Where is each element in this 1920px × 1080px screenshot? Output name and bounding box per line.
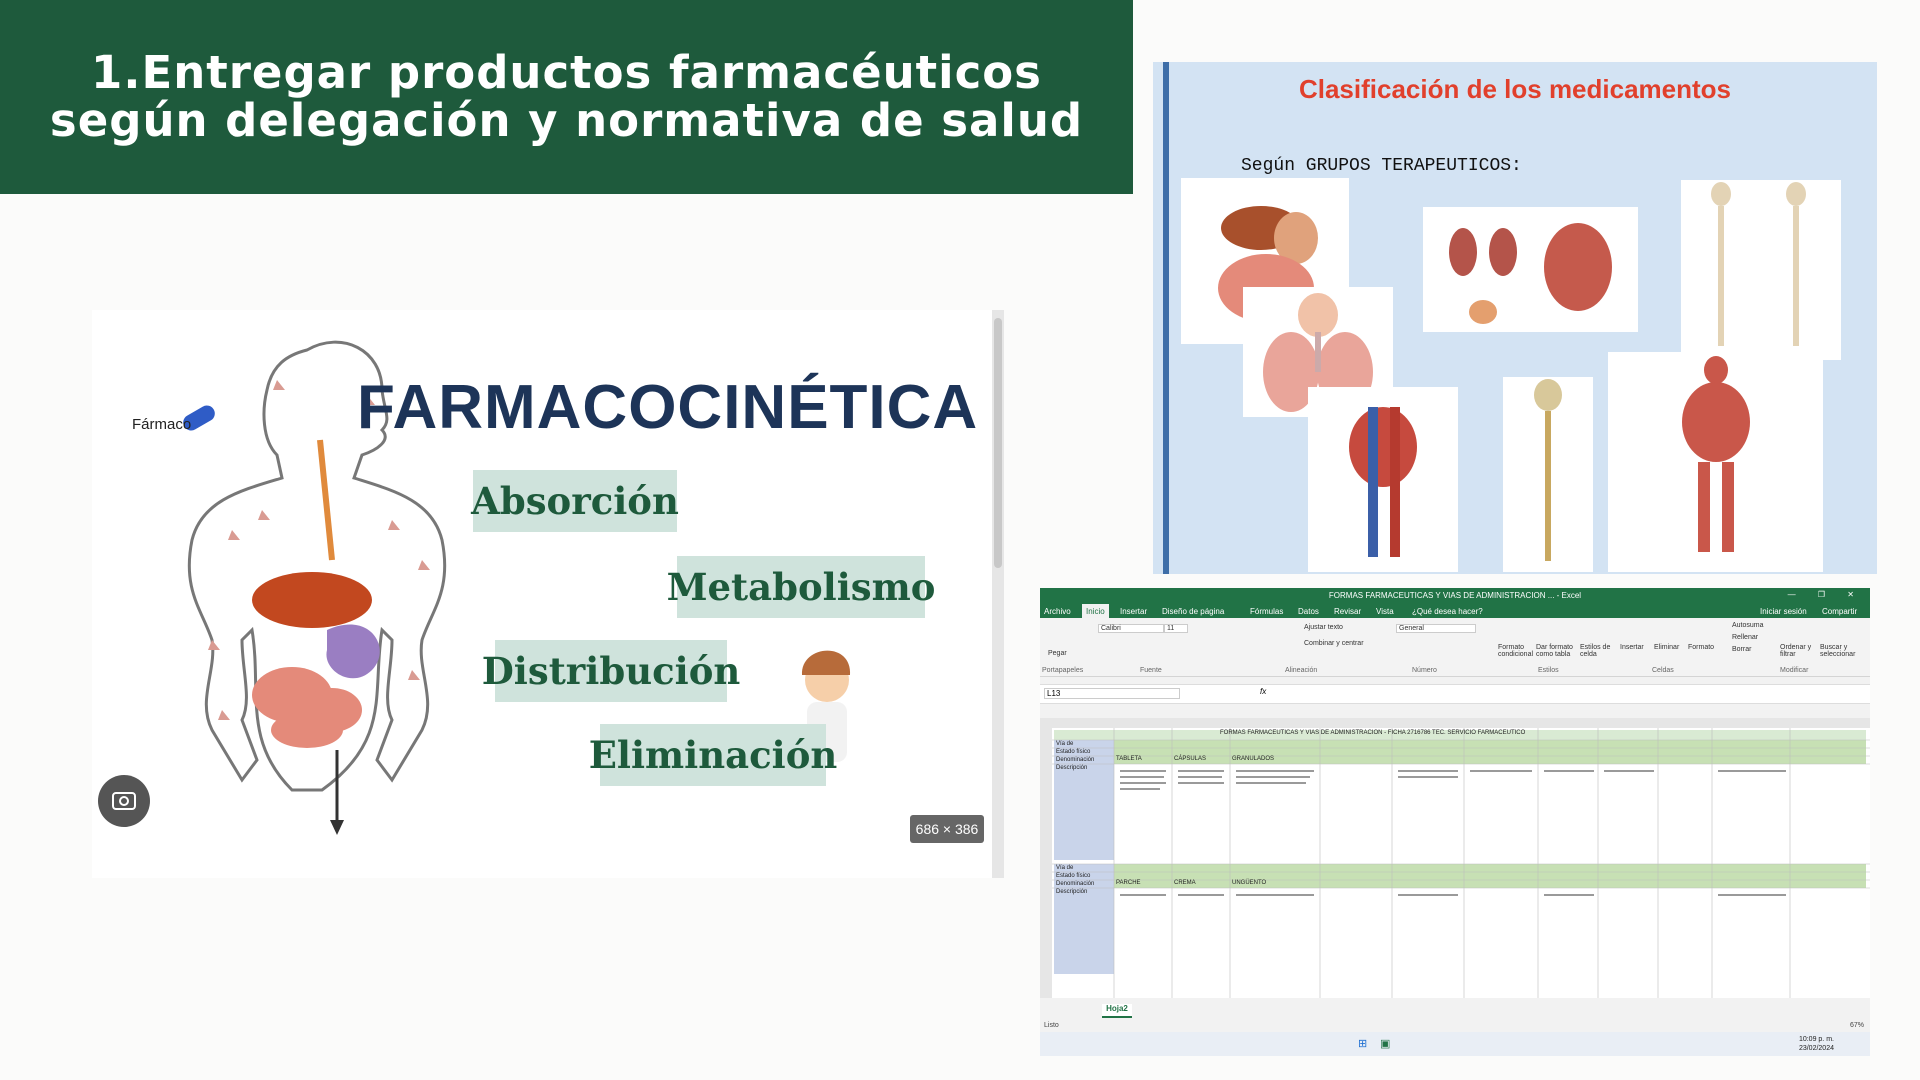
clock-time: 10:09 p. m. <box>1798 1036 1834 1043</box>
font-size-select[interactable]: 11 <box>1164 624 1188 633</box>
excel-window-screenshot: FORMAS FARMACEUTICAS Y VIAS DE ADMINISTR… <box>1040 588 1870 1056</box>
cell-denominacion-c[interactable]: CÁPSULAS <box>1174 756 1206 762</box>
urinary-system-diagram <box>1423 207 1638 332</box>
image-dimension-badge: 686 × 386 <box>910 815 984 843</box>
tab-archivo[interactable]: Archivo <box>1044 607 1071 616</box>
row-label-denominacion-2: Denominación <box>1056 881 1095 887</box>
excel-taskbar-icon[interactable]: ▣ <box>1380 1037 1390 1050</box>
status-bar: Listo 67% <box>1040 1020 1870 1032</box>
group-numero: Número <box>1412 667 1437 674</box>
sign-in-link[interactable]: Iniciar sesión <box>1760 607 1807 616</box>
camera-lens-icon <box>112 792 136 810</box>
taskbar-clock[interactable]: 10:09 p. m. 23/02/2024 <box>1799 1035 1834 1053</box>
title-banner: 1.Entregar productos farmacéuticos según… <box>0 0 1133 194</box>
scrollbar-thumb[interactable] <box>994 318 1002 568</box>
sheet-tab-hoja2[interactable]: Hoja2 <box>1102 1004 1132 1018</box>
clock-date: 23/02/2024 <box>1798 1045 1834 1052</box>
pharmacokinetics-image: Fármaco FARMACOCINÉTICA Absorción Metabo… <box>92 310 992 878</box>
cell-denominacion-d[interactable]: GRANULADOS <box>1232 756 1274 762</box>
row-label-estado: Estado físico <box>1056 749 1091 755</box>
group-fuente: Fuente <box>1140 667 1162 674</box>
group-alineacion: Alineación <box>1285 667 1318 674</box>
visual-search-icon[interactable] <box>98 775 150 827</box>
classification-subtitle: Según GRUPOS TERAPEUTICOS: <box>1241 156 1522 176</box>
accent-bar <box>1163 62 1169 574</box>
circulatory-system-diagram <box>1308 387 1458 572</box>
name-box[interactable]: L13 <box>1044 688 1180 699</box>
stage-eliminacion: Eliminación <box>589 724 837 786</box>
spreadsheet-cells <box>1040 718 1870 998</box>
row-label-descripcion: Descripción <box>1056 765 1088 771</box>
tab-vista[interactable]: Vista <box>1376 607 1394 616</box>
delete-cells-button[interactable]: Eliminar <box>1654 644 1679 651</box>
group-estilos: Estilos <box>1538 667 1559 674</box>
cell-denominacion-c2[interactable]: CREMA <box>1174 880 1196 886</box>
window-controls[interactable]: — ❐ ✕ <box>1788 590 1864 599</box>
tab-insertar[interactable]: Insertar <box>1120 607 1147 616</box>
font-name-select[interactable]: Calibri <box>1098 624 1164 633</box>
skeletal-system-diagram <box>1681 180 1841 360</box>
paste-button[interactable]: Pegar <box>1048 650 1067 657</box>
excel-ribbon: Pegar Calibri 11 Ajustar texto Combinar … <box>1040 618 1870 677</box>
tab-datos[interactable]: Datos <box>1298 607 1319 616</box>
function-icon[interactable]: fx <box>1260 687 1266 696</box>
row-label-via: Vía de <box>1056 741 1074 747</box>
formula-bar: L13 fx <box>1040 684 1870 704</box>
tab-diseno[interactable]: Diseño de página <box>1162 607 1224 616</box>
cell-denominacion-d2[interactable]: UNGÜENTO <box>1232 880 1266 886</box>
tab-inicio[interactable]: Inicio <box>1082 604 1109 618</box>
row-label-denominacion: Denominación <box>1056 757 1095 763</box>
row-labels-block2: Vía de Estado físico Denominación Descri… <box>1056 864 1094 896</box>
windows-taskbar: ⊞ ▣ 10:09 p. m. 23/02/2024 <box>1040 1032 1870 1056</box>
classification-title: Clasificación de los medicamentos <box>1298 74 1732 104</box>
format-cells-button[interactable]: Formato <box>1688 644 1714 651</box>
nervous-system-diagram <box>1503 377 1593 572</box>
tab-formulas[interactable]: Fórmulas <box>1250 607 1283 616</box>
wrap-text-button[interactable]: Ajustar texto <box>1304 624 1343 631</box>
cell-denominacion-b2[interactable]: PARCHE <box>1116 880 1141 886</box>
tab-revisar[interactable]: Revisar <box>1334 607 1361 616</box>
stage-metabolismo: Metabolismo <box>667 556 935 618</box>
excel-window-title: FORMAS FARMACEUTICAS Y VIAS DE ADMINISTR… <box>1328 591 1582 600</box>
stage-distribucion: Distribución <box>482 640 740 702</box>
row-label-estado-2: Estado físico <box>1056 873 1091 879</box>
group-portapapeles: Portapapeles <box>1042 667 1084 674</box>
pharmacokinetics-heading: FARMACOCINÉTICA <box>357 373 979 442</box>
row-labels-block1: Vía de Estado físico Denominación Descri… <box>1056 740 1094 772</box>
row-label-via-2: Vía de <box>1056 865 1074 871</box>
tell-me-box[interactable]: ¿Qué desea hacer? <box>1412 607 1483 616</box>
group-modificar: Modificar <box>1780 667 1809 674</box>
muscular-system-diagram <box>1608 352 1823 572</box>
status-ready: Listo <box>1044 1022 1059 1029</box>
title-line-2: según delegación y normativa de salud <box>49 94 1084 147</box>
image-scrollbar[interactable] <box>992 310 1004 878</box>
number-format-select[interactable]: General <box>1396 624 1476 633</box>
cell-styles-button[interactable]: Estilos de celda <box>1580 644 1614 658</box>
excel-ribbon-tabs: Archivo Inicio Insertar Diseño de página… <box>1040 604 1870 618</box>
drug-classification-image: Clasificación de los medicamentos Según … <box>1153 62 1877 574</box>
windows-start-icon[interactable]: ⊞ <box>1358 1037 1367 1050</box>
drug-label: Fármaco <box>132 416 192 433</box>
format-as-table-button[interactable]: Dar formato como tabla <box>1536 644 1576 658</box>
autosum-button[interactable]: Autosuma <box>1732 622 1764 629</box>
fill-button[interactable]: Rellenar <box>1732 634 1758 641</box>
row-label-descripcion-2: Descripción <box>1056 889 1088 895</box>
sort-filter-button[interactable]: Ordenar y filtrar <box>1780 644 1814 658</box>
group-celdas: Celdas <box>1652 667 1674 674</box>
merge-center-button[interactable]: Combinar y centrar <box>1304 640 1364 647</box>
find-select-button[interactable]: Buscar y seleccionar <box>1820 644 1860 658</box>
spreadsheet-grid[interactable]: FORMAS FARMACEUTICAS Y VIAS DE ADMINISTR… <box>1040 718 1870 998</box>
clear-button[interactable]: Borrar <box>1732 646 1751 653</box>
title-line-1: 1.Entregar productos farmacéuticos <box>91 46 1042 99</box>
excel-title-bar: FORMAS FARMACEUTICAS Y VIAS DE ADMINISTR… <box>1040 588 1870 604</box>
zoom-level[interactable]: 67% <box>1850 1022 1864 1029</box>
conditional-format-button[interactable]: Formato condicional <box>1498 644 1533 658</box>
cell-denominacion-b[interactable]: TABLETA <box>1116 756 1142 762</box>
insert-cells-button[interactable]: Insertar <box>1620 644 1644 651</box>
sheet-heading: FORMAS FARMACEUTICAS Y VIAS DE ADMINISTR… <box>1220 730 1526 736</box>
share-button[interactable]: Compartir <box>1822 607 1857 616</box>
stage-absorcion: Absorción <box>471 470 679 532</box>
